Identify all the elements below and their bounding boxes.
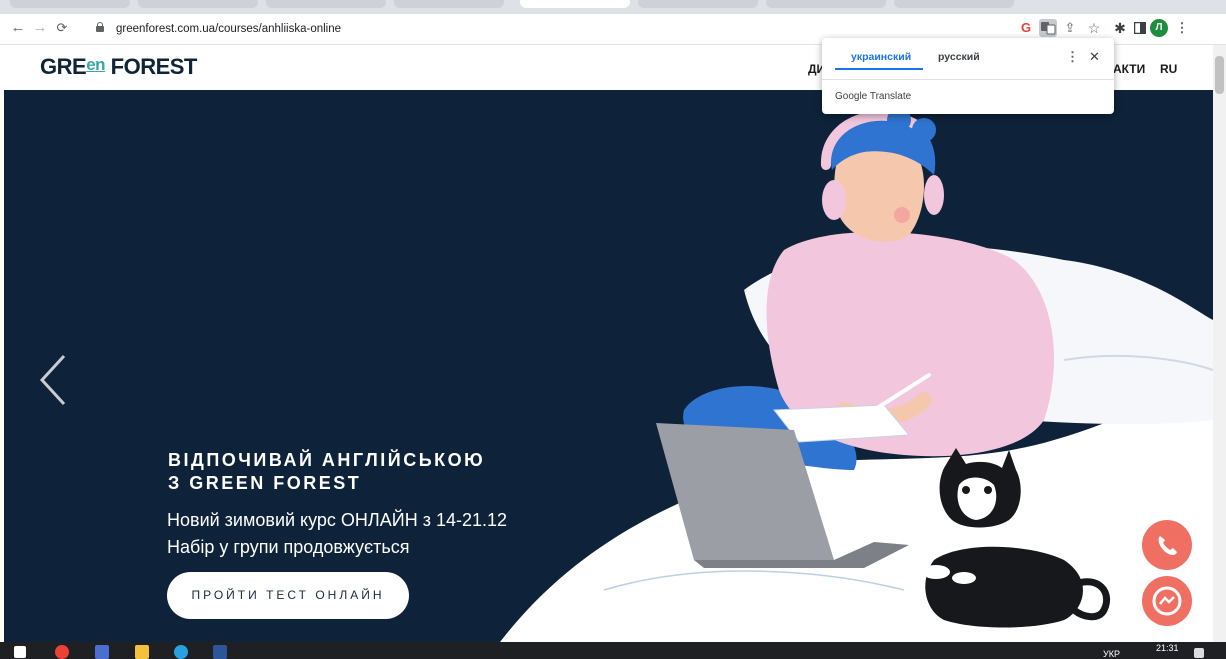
selected-language-indicator <box>835 68 923 70</box>
browser-tab[interactable] <box>894 0 1014 8</box>
popup-divider <box>822 79 1114 80</box>
url-text[interactable]: greenforest.com.ua/courses/anhliiska-onl… <box>116 20 341 38</box>
sidepanel-icon[interactable] <box>1130 17 1150 39</box>
language-switch-ru[interactable]: RU <box>1160 62 1177 76</box>
bookmark-star-icon[interactable]: ☆ <box>1084 17 1104 39</box>
messenger-button[interactable] <box>1142 576 1192 626</box>
forward-icon[interactable]: → <box>30 18 50 38</box>
back-icon[interactable]: ← <box>8 18 28 38</box>
tab-strip <box>0 0 1226 14</box>
hero-title: ВІДПОЧИВАЙ АНГЛІЙСЬКОЮ З GREEN FOREST <box>168 449 485 495</box>
hero-subtitle-line2: Набір у групи продовжується <box>167 537 410 557</box>
profile-initial: Л <box>1150 19 1168 37</box>
profile-avatar[interactable]: Л <box>1150 17 1170 39</box>
menu-icon[interactable]: ⋮ <box>1172 17 1192 39</box>
translate-lang-ukrainian[interactable]: украинский <box>851 51 911 63</box>
translate-icon[interactable] <box>1038 17 1058 39</box>
phone-icon <box>1158 536 1177 555</box>
logo-text-part2: FOREST <box>105 54 198 79</box>
lock-icon[interactable] <box>96 22 104 32</box>
browser-tab[interactable] <box>266 0 386 8</box>
clock[interactable]: 21:31 <box>1156 643 1179 653</box>
hero-title-line1: ВІДПОЧИВАЙ АНГЛІЙСЬКОЮ <box>168 450 486 470</box>
chrome-taskbar-icon[interactable] <box>55 645 69 659</box>
more-options-icon[interactable]: ⋮ <box>1066 49 1079 65</box>
browser-tab[interactable] <box>766 0 886 8</box>
windows-start-icon[interactable] <box>14 646 26 658</box>
close-icon[interactable]: ✕ <box>1089 49 1100 65</box>
take-test-online-button[interactable]: ПРОЙТИ ТЕСТ ОНЛАЙН <box>167 572 409 619</box>
extensions-icon[interactable]: ✱ <box>1110 17 1130 39</box>
hero-title-line2: З GREEN FOREST <box>168 473 362 493</box>
keyboard-language[interactable]: УКР <box>1103 649 1120 659</box>
google-translate-label: Google Translate <box>835 91 912 102</box>
browser-tab[interactable] <box>138 0 258 8</box>
share-icon[interactable]: ⇪ <box>1060 17 1080 39</box>
browser-tab[interactable] <box>394 0 504 8</box>
page-scrollbar[interactable] <box>1213 45 1226 642</box>
browser-tab[interactable] <box>10 0 130 8</box>
nav-link-contacts[interactable]: АКТИ <box>1113 62 1145 76</box>
hero-subtitle-line1: Новий зимовий курс ОНЛАЙН з 14-21.12 <box>167 510 508 530</box>
word-icon[interactable] <box>213 645 227 659</box>
phone-call-button[interactable] <box>1142 520 1192 570</box>
reload-icon[interactable]: ⟳ <box>52 18 72 38</box>
google-icon[interactable]: G <box>1016 17 1036 39</box>
browser-tab[interactable] <box>638 0 758 8</box>
file-taskbar-icon[interactable] <box>95 645 109 659</box>
scrollbar-thumb[interactable] <box>1215 56 1224 94</box>
active-browser-tab[interactable] <box>520 0 630 8</box>
notifications-icon[interactable] <box>1194 648 1204 658</box>
logo-text-en: en <box>86 55 106 74</box>
logo-text-part1: GRE <box>40 54 87 79</box>
hero-subtitle: Новий зимовий курс ОНЛАЙН з 14-21.12 Наб… <box>167 507 507 561</box>
site-logo[interactable]: GREen FOREST <box>40 54 197 80</box>
file-explorer-icon[interactable] <box>135 645 149 659</box>
telegram-icon[interactable] <box>174 645 188 659</box>
slider-prev-arrow-icon[interactable] <box>36 350 76 410</box>
translate-lang-russian[interactable]: русский <box>938 51 980 63</box>
messenger-icon <box>1152 586 1182 616</box>
